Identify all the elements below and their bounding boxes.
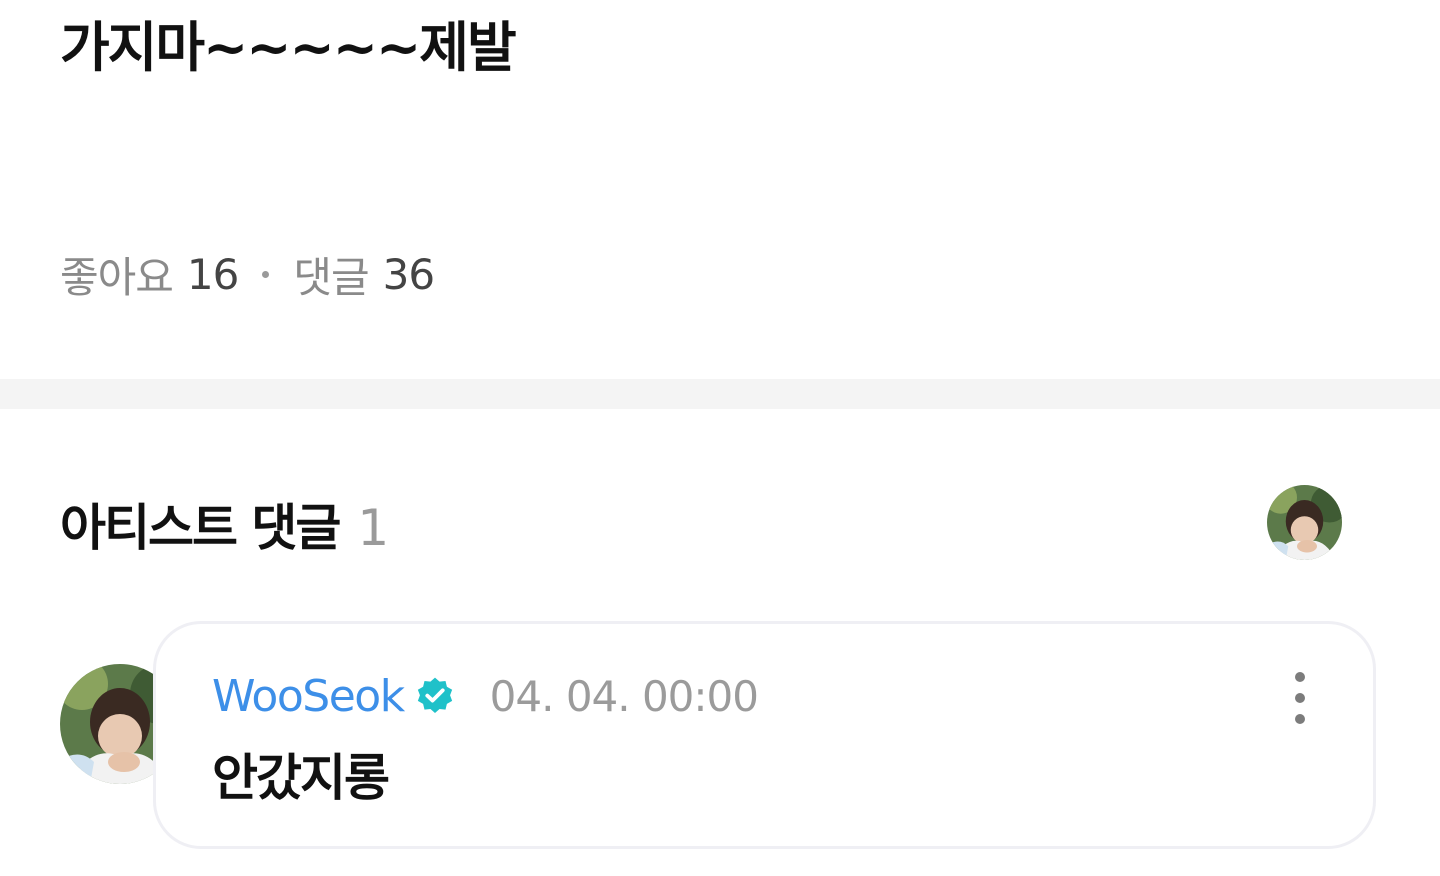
comments-label[interactable]: 댓글 [293, 244, 369, 305]
likes-label[interactable]: 좋아요 [60, 244, 174, 305]
more-vertical-icon[interactable] [1287, 672, 1313, 724]
likes-count[interactable]: 16 [187, 250, 239, 299]
post-stats: 좋아요 16 댓글 36 [60, 244, 435, 305]
artist-comments-title: 아티스트 댓글 [60, 499, 341, 557]
verified-badge-icon [417, 677, 452, 713]
more-dot [1295, 693, 1305, 703]
comment-timestamp: 04. 04. 00:00 [489, 671, 759, 721]
comment-author-name[interactable]: WooSeok [212, 671, 405, 722]
more-dot [1295, 714, 1305, 724]
separator-dot [262, 270, 270, 278]
post-text: 가지마~~~~~제발 [60, 16, 517, 79]
comment-header: WooSeok 04. 04. 00:00 [212, 666, 759, 726]
comments-count[interactable]: 36 [383, 250, 435, 299]
section-divider [0, 379, 1440, 409]
comment-text: 안갔지롱 [212, 749, 390, 807]
artist-avatar-button[interactable] [1267, 485, 1342, 560]
post-detail-page: 가지마~~~~~제발 좋아요 16 댓글 36 아티스트 댓글 1 WooSeo… [0, 0, 1440, 876]
artist-comments-header: 아티스트 댓글 1 [60, 488, 389, 560]
artist-avatar-image [1267, 485, 1342, 560]
more-dot [1295, 672, 1305, 682]
artist-comment-card: WooSeok 04. 04. 00:00 안갔지롱 [153, 621, 1376, 849]
artist-comments-count: 1 [357, 499, 389, 557]
